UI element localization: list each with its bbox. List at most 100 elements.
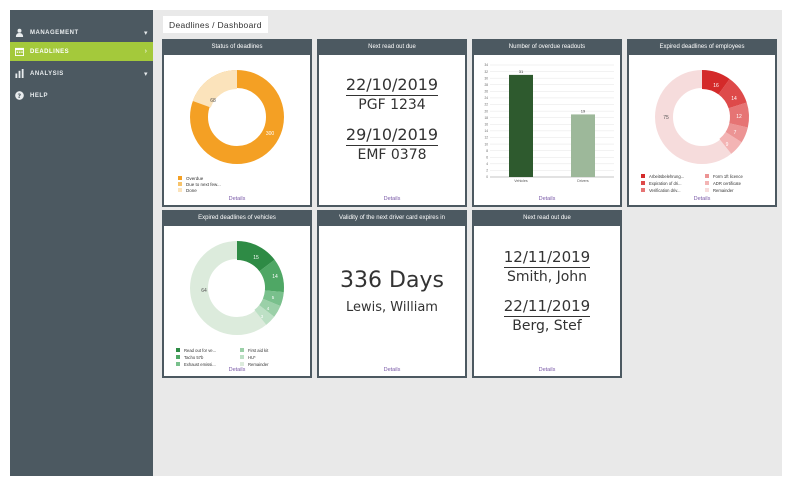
details-link[interactable]: Details bbox=[164, 196, 310, 202]
y-tick-label: 32 bbox=[484, 70, 488, 74]
details-link[interactable]: Details bbox=[629, 196, 775, 202]
legend-item[interactable]: Tacho 57b bbox=[176, 354, 240, 360]
app-window: MANAGEMENT ▾ DEADLINES › ANALYSIS ▾ ? HE… bbox=[10, 10, 782, 476]
bar[interactable] bbox=[509, 74, 533, 177]
vehicle-plate: EMF 0378 bbox=[357, 147, 427, 163]
calendar-icon bbox=[14, 47, 24, 57]
legend-item[interactable]: Form 1ft licence bbox=[705, 173, 769, 179]
donut-label: 12 bbox=[736, 114, 742, 120]
y-tick-label: 12 bbox=[484, 136, 488, 140]
chevron-right-icon: › bbox=[144, 48, 148, 55]
card-title: Expired deadlines of employees bbox=[629, 41, 775, 55]
card-title: Expired deadlines of vehicles bbox=[164, 212, 310, 226]
donut-label-remainder: 75 bbox=[663, 115, 669, 121]
legend-item[interactable]: HU* bbox=[240, 354, 304, 360]
user-icon bbox=[14, 28, 24, 38]
days-remaining: 336 Days bbox=[340, 268, 444, 293]
employees-donut-chart[interactable]: 16 14 12 7 9 75 bbox=[629, 55, 775, 173]
vehicle-plate: PGF 1234 bbox=[358, 97, 426, 113]
sidebar-item-label: ANALYSIS bbox=[30, 70, 64, 77]
driver-name[interactable]: Lewis, William bbox=[319, 300, 465, 315]
breadcrumb: Deadlines / Dashboard bbox=[163, 16, 268, 33]
svg-text:?: ? bbox=[17, 93, 21, 100]
sidebar-item-analysis[interactable]: ANALYSIS ▾ bbox=[10, 64, 153, 83]
y-tick-label: 26 bbox=[484, 90, 488, 94]
card-next-read-out-due-drivers: Next read out due 12/11/2019 Smith, John… bbox=[472, 210, 622, 378]
y-tick-label: 22 bbox=[484, 103, 488, 107]
y-tick-label: 4 bbox=[486, 162, 488, 166]
y-tick-label: 14 bbox=[484, 129, 488, 133]
card-title: Status of deadlines bbox=[164, 41, 310, 55]
legend-item[interactable]: Verification driv... bbox=[641, 187, 705, 193]
donut-label-overdue: 300 bbox=[266, 131, 275, 137]
vehicles-donut-chart[interactable]: 15 14 5 4 3 64 bbox=[164, 226, 310, 344]
y-tick-label: 18 bbox=[484, 116, 488, 120]
y-tick-label: 20 bbox=[484, 109, 488, 113]
card-next-read-out-due: Next read out due 22/10/2019 PGF 1234 29… bbox=[317, 39, 467, 207]
y-tick-label: 10 bbox=[484, 142, 488, 146]
donut-label: 14 bbox=[731, 96, 737, 102]
card-expired-employees: Expired deadlines of employees 16 14 12 … bbox=[627, 39, 777, 207]
readout-date[interactable]: 29/10/2019 bbox=[345, 125, 439, 146]
card-title: Number of overdue readouts bbox=[474, 41, 620, 55]
donut-label-remainder: 64 bbox=[201, 288, 207, 294]
donut-label: 15 bbox=[253, 255, 259, 261]
legend-item[interactable]: Expiration of dri... bbox=[641, 180, 705, 186]
help-icon: ? bbox=[14, 91, 24, 101]
sidebar-item-label: HELP bbox=[30, 92, 49, 99]
y-tick-label: 0 bbox=[486, 175, 488, 179]
sidebar-item-deadlines[interactable]: DEADLINES › bbox=[10, 42, 153, 61]
card-title: Validity of the next driver card expires… bbox=[319, 212, 465, 226]
legend-item[interactable]: Done bbox=[178, 187, 221, 193]
driver-name: Smith, John bbox=[506, 269, 588, 285]
chevron-down-icon: ▾ bbox=[143, 29, 148, 37]
readout-date[interactable]: 22/10/2019 bbox=[345, 75, 439, 96]
card-driver-card-validity: Validity of the next driver card expires… bbox=[317, 210, 467, 378]
donut-label: 14 bbox=[272, 274, 278, 280]
x-tick-label: Vehicles bbox=[514, 179, 528, 183]
chart-legend: Overdue Due to next few... Done bbox=[178, 175, 221, 193]
y-tick-label: 28 bbox=[484, 83, 488, 87]
readout-date[interactable]: 12/11/2019 bbox=[503, 248, 591, 268]
y-tick-label: 30 bbox=[484, 76, 488, 80]
bar-value-label: 19 bbox=[581, 108, 586, 113]
legend-item[interactable]: ADR certificate bbox=[705, 180, 769, 186]
legend-item[interactable]: Read out for ve... bbox=[176, 347, 240, 353]
bar-chart-icon bbox=[14, 69, 24, 79]
bar[interactable] bbox=[571, 114, 595, 177]
card-title: Next read out due bbox=[474, 212, 620, 226]
sidebar-item-label: MANAGEMENT bbox=[30, 29, 79, 36]
y-tick-label: 6 bbox=[486, 155, 488, 159]
details-link[interactable]: Details bbox=[474, 196, 620, 202]
sidebar-item-label: DEADLINES bbox=[30, 48, 70, 55]
status-donut-chart[interactable]: 68 300 bbox=[164, 55, 310, 173]
y-tick-label: 34 bbox=[484, 63, 488, 67]
sidebar-item-help[interactable]: ? HELP bbox=[10, 86, 153, 105]
x-tick-label: Drivers bbox=[577, 179, 589, 183]
details-link[interactable]: Details bbox=[164, 367, 310, 373]
legend-item[interactable]: Arbeitsbelehrung... bbox=[641, 173, 705, 179]
card-status-of-deadlines: Status of deadlines 68 300 Overdue Due t… bbox=[162, 39, 312, 207]
sidebar-item-management[interactable]: MANAGEMENT ▾ bbox=[10, 23, 153, 42]
chevron-down-icon: ▾ bbox=[143, 70, 148, 78]
chart-legend: Read out for ve... First aid kit Tacho 5… bbox=[176, 347, 304, 367]
chart-legend: Arbeitsbelehrung... Form 1ft licence Exp… bbox=[641, 173, 769, 193]
overdue-bar-chart: 024681012141618202224262830323431Vehicle… bbox=[484, 63, 614, 183]
donut-label-done: 68 bbox=[210, 98, 216, 104]
sidebar: MANAGEMENT ▾ DEADLINES › ANALYSIS ▾ ? HE… bbox=[10, 10, 153, 476]
legend-item[interactable]: Remainder bbox=[705, 187, 769, 193]
readout-date[interactable]: 22/11/2019 bbox=[503, 297, 591, 317]
card-title: Next read out due bbox=[319, 41, 465, 55]
donut-label: 9 bbox=[726, 142, 729, 148]
donut-label: 7 bbox=[734, 130, 737, 136]
y-tick-label: 8 bbox=[486, 149, 488, 153]
card-overdue-readouts: Number of overdue readouts 0 2 4 6 8 10 12 14 16… bbox=[472, 39, 622, 207]
y-tick-label: 16 bbox=[484, 122, 488, 126]
details-link[interactable]: Details bbox=[474, 367, 620, 373]
legend-item[interactable]: First aid kit bbox=[240, 347, 304, 353]
bar-value-label: 31 bbox=[519, 69, 524, 74]
details-link[interactable]: Details bbox=[319, 196, 465, 202]
driver-name: Berg, Stef bbox=[512, 318, 582, 334]
details-link[interactable]: Details bbox=[319, 367, 465, 373]
y-tick-label: 24 bbox=[484, 96, 488, 100]
